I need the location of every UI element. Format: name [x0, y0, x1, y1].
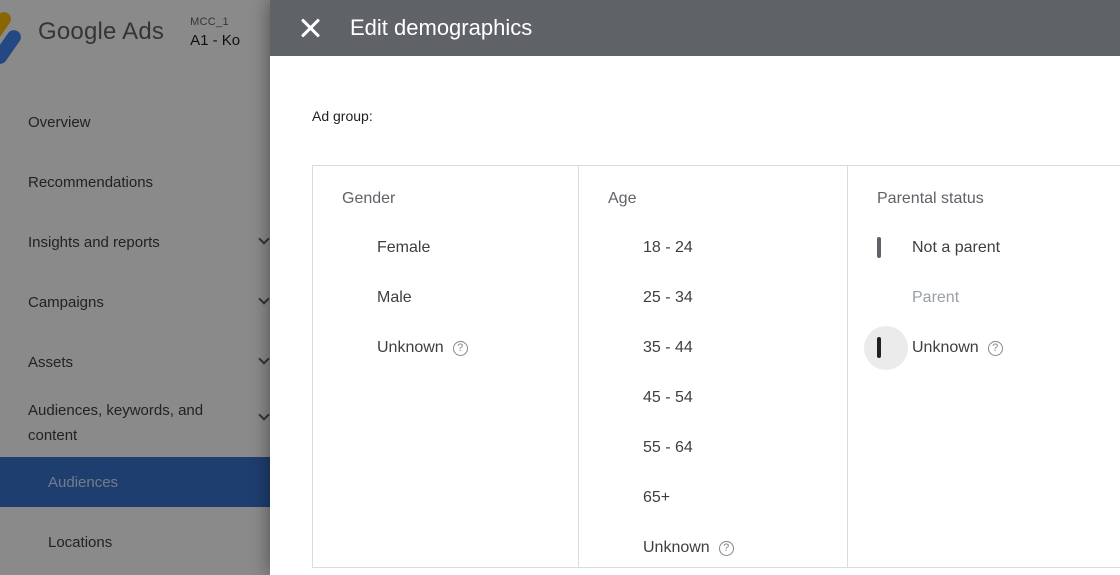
column-title: Gender — [342, 190, 396, 207]
hover-ripple — [864, 326, 908, 370]
checkbox-wrap — [342, 239, 360, 257]
checkbox-wrap — [877, 237, 895, 258]
checkbox-label[interactable]: 65+ — [643, 489, 670, 507]
checkbox-wrap — [608, 439, 626, 457]
checkbox-row-age-55-64: 55 - 64 — [608, 423, 847, 473]
checkbox-label[interactable]: Unknown — [643, 539, 710, 557]
checkbox-label[interactable]: Female — [377, 239, 430, 257]
checkbox-row-parent: Parent — [877, 273, 1120, 323]
checkbox-row-male: Male — [342, 273, 578, 323]
close-icon[interactable] — [299, 17, 321, 39]
checkbox-label[interactable]: 45 - 54 — [643, 389, 693, 407]
checkbox-label[interactable]: 55 - 64 — [643, 439, 693, 457]
age-column: Age 18 - 24 25 - 34 35 - 44 45 - 54 55 -… — [579, 166, 848, 567]
checkbox-row-age-35-44: 35 - 44 — [608, 323, 847, 373]
not-a-parent-checkbox[interactable] — [877, 237, 881, 258]
column-title: Parental status — [877, 190, 984, 207]
checkbox-label[interactable]: Not a parent — [912, 239, 1000, 257]
checkbox-label[interactable]: Unknown — [377, 339, 444, 357]
parental-status-column: Parental status Not a parent Parent Unkn… — [848, 166, 1120, 567]
checkbox-row-age-45-54: 45 - 54 — [608, 373, 847, 423]
checkbox-label[interactable]: 25 - 34 — [643, 289, 693, 307]
checkbox-label: Parent — [912, 289, 960, 306]
checkbox-wrap — [608, 289, 626, 307]
edit-demographics-modal: Edit demographics Ad group: Gender Femal… — [270, 0, 1120, 575]
help-icon[interactable]: ? — [718, 540, 734, 556]
checkbox-wrap — [864, 326, 908, 370]
column-title: Age — [608, 190, 637, 207]
checkbox-row-age-65-plus: 65+ — [608, 473, 847, 523]
checkbox-wrap — [608, 239, 626, 257]
checkbox-label[interactable]: 35 - 44 — [643, 339, 693, 357]
checkbox-label[interactable]: 18 - 24 — [643, 239, 693, 257]
checkbox-row-age-18-24: 18 - 24 — [608, 223, 847, 273]
help-icon[interactable]: ? — [452, 340, 468, 356]
demographics-table: Gender Female Male Unknown ? Age 18 - 24… — [312, 165, 1120, 568]
modal-title: Edit demographics — [350, 15, 533, 40]
modal-header: Edit demographics — [270, 0, 1120, 56]
checkbox-row-age-unknown: Unknown ? — [608, 523, 847, 573]
checkbox-row-age-25-34: 25 - 34 — [608, 273, 847, 323]
gender-column: Gender Female Male Unknown ? — [313, 166, 579, 567]
checkbox-row-female: Female — [342, 223, 578, 273]
checkbox-label[interactable]: Male — [377, 289, 412, 307]
checkbox-wrap — [342, 289, 360, 307]
checkbox-label[interactable]: Unknown — [912, 339, 979, 357]
checkbox-row-not-a-parent: Not a parent — [877, 223, 1120, 273]
checkbox-row-gender-unknown: Unknown ? — [342, 323, 578, 373]
checkbox-row-parental-unknown: Unknown ? — [864, 323, 1120, 373]
screen: Google Ads MCC_1 A1 - Ko Overview Recomm… — [0, 0, 1120, 575]
checkbox-wrap — [342, 339, 360, 357]
checkbox-wrap — [608, 389, 626, 407]
help-icon[interactable]: ? — [987, 340, 1003, 356]
checkbox-wrap — [608, 539, 626, 557]
checkbox-wrap — [877, 289, 895, 307]
checkbox-wrap — [608, 489, 626, 507]
parental-unknown-checkbox[interactable] — [877, 337, 881, 358]
checkbox-wrap — [608, 339, 626, 357]
ad-group-label: Ad group: — [312, 108, 373, 124]
